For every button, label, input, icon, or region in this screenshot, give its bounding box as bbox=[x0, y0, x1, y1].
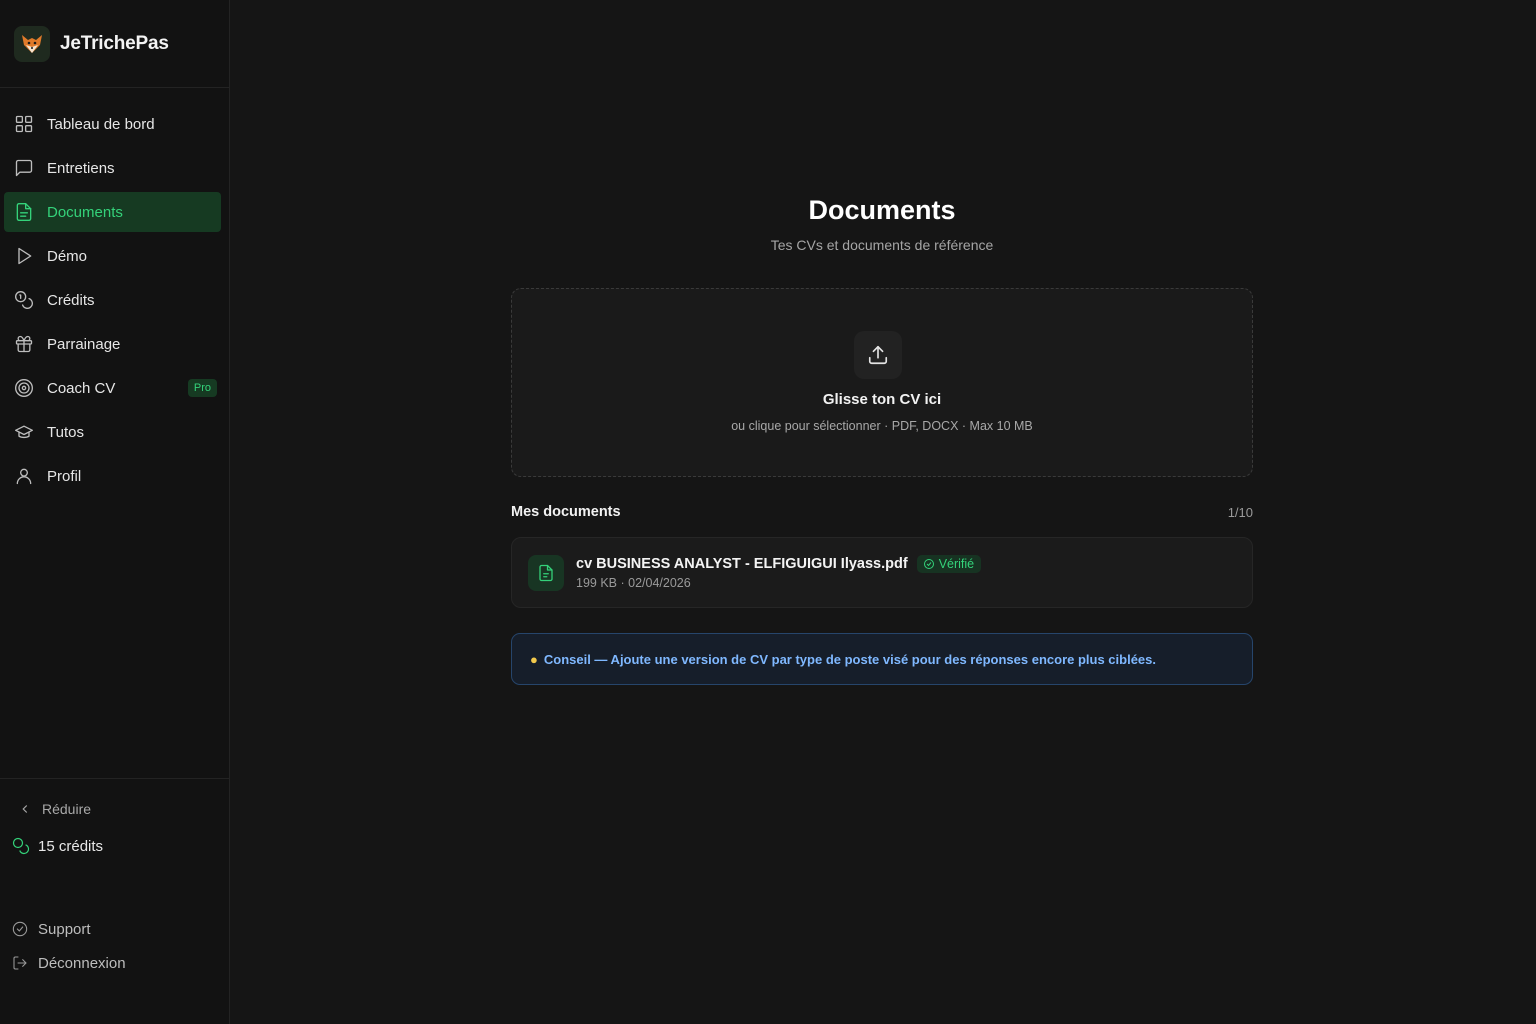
coins-icon bbox=[12, 837, 30, 855]
sidebar-item-dashboard[interactable]: Tableau de bord bbox=[4, 104, 221, 144]
sidebar-item-label: Démo bbox=[47, 247, 88, 265]
sidebar-item-label: Crédits bbox=[47, 291, 95, 309]
credits-label: 15 crédits bbox=[38, 837, 104, 855]
status-label: Vérifié bbox=[938, 557, 975, 571]
sidebar: JeTrichePas Tableau de bord Entretiens D… bbox=[0, 0, 230, 1024]
support-link[interactable]: Support bbox=[0, 912, 126, 946]
logout-button[interactable]: Déconnexion bbox=[0, 946, 126, 980]
support-block: Support Déconnexion bbox=[0, 912, 126, 980]
brand-name: JeTrichePas bbox=[60, 32, 169, 54]
message-square-icon bbox=[15, 159, 33, 177]
sidebar-item-referral[interactable]: Parrainage bbox=[4, 324, 221, 364]
documents-header: Mes documents 1/10 bbox=[511, 504, 1253, 520]
documents-count: 1/10 bbox=[1227, 504, 1253, 520]
sidebar-item-label: Documents bbox=[47, 203, 123, 221]
gift-icon bbox=[15, 335, 33, 353]
play-icon bbox=[18, 247, 32, 265]
list-item[interactable]: cv BUSINESS ANALYST - ELFIGUIGUI Ilyass.… bbox=[511, 537, 1253, 608]
collapse-label: Réduire bbox=[42, 801, 92, 817]
page-subtitle: Tes CVs et documents de référence bbox=[770, 237, 994, 253]
dropzone-title: Glisse ton CV ici bbox=[822, 391, 942, 408]
status-badge: Vérifié bbox=[916, 555, 982, 573]
user-icon bbox=[16, 468, 32, 485]
sidebar-item-profile[interactable]: Profil bbox=[4, 456, 221, 496]
credits-balance[interactable]: 15 crédits bbox=[0, 817, 229, 855]
pro-badge: Pro bbox=[187, 379, 217, 397]
page-title: Documents bbox=[808, 195, 956, 225]
upload-icon bbox=[854, 331, 902, 379]
logout-label: Déconnexion bbox=[38, 954, 126, 972]
collapse-sidebar-button[interactable]: Réduire bbox=[0, 779, 229, 817]
dropzone-subtitle: ou clique pour sélectionner · PDF, DOCX … bbox=[731, 419, 1033, 433]
file-text-icon bbox=[528, 555, 564, 591]
fox-icon bbox=[14, 25, 50, 62]
file-text-icon bbox=[16, 203, 32, 221]
check-circle-icon bbox=[923, 559, 934, 569]
sidebar-footer: Réduire 15 crédits bbox=[0, 778, 229, 855]
chevron-left-icon bbox=[22, 805, 28, 813]
sidebar-item-documents[interactable]: Documents bbox=[4, 192, 221, 232]
cv-upload-dropzone[interactable]: Glisse ton CV ici ou clique pour sélecti… bbox=[511, 288, 1253, 477]
lightbulb-icon: ● bbox=[530, 651, 538, 667]
documents-title: Mes documents bbox=[511, 504, 621, 520]
sidebar-item-label: Tableau de bord bbox=[47, 115, 155, 133]
sidebar-item-label: Entretiens bbox=[47, 159, 115, 177]
graduation-cap-icon bbox=[15, 425, 33, 439]
brand[interactable]: JeTrichePas bbox=[0, 0, 229, 88]
grid-icon bbox=[15, 115, 33, 133]
help-circle-icon bbox=[12, 921, 28, 937]
coins-icon bbox=[15, 291, 33, 309]
sidebar-item-label: Profil bbox=[47, 467, 82, 485]
sidebar-item-tutorials[interactable]: Tutos bbox=[4, 412, 221, 452]
sidebar-item-label: Tutos bbox=[47, 423, 84, 441]
main-content: Documents Tes CVs et documents de référe… bbox=[230, 0, 1536, 1024]
logout-icon bbox=[13, 956, 27, 970]
document-meta: 199 KB · 02/04/2026 bbox=[576, 576, 691, 590]
document-name-row: cv BUSINESS ANALYST - ELFIGUIGUI Ilyass.… bbox=[576, 555, 982, 573]
document-name: cv BUSINESS ANALYST - ELFIGUIGUI Ilyass.… bbox=[576, 556, 908, 572]
tip-text: Conseil — Ajoute une version de CV par t… bbox=[543, 651, 1156, 667]
target-icon bbox=[15, 379, 33, 397]
sidebar-nav: Tableau de bord Entretiens Documents Dém… bbox=[0, 88, 229, 500]
support-label: Support bbox=[38, 920, 91, 938]
sidebar-item-demo[interactable]: Démo bbox=[4, 236, 221, 276]
sidebar-item-interviews[interactable]: Entretiens bbox=[4, 148, 221, 188]
sidebar-item-credits[interactable]: Crédits bbox=[4, 280, 221, 320]
tip-banner: ● Conseil — Ajoute une version de CV par… bbox=[511, 633, 1253, 685]
app-root: JeTrichePas Tableau de bord Entretiens D… bbox=[0, 0, 1536, 1024]
sidebar-item-label: Coach CV bbox=[47, 379, 116, 397]
sidebar-item-label: Parrainage bbox=[47, 335, 121, 353]
sidebar-item-coach-cv[interactable]: Coach CV Pro bbox=[4, 368, 221, 408]
